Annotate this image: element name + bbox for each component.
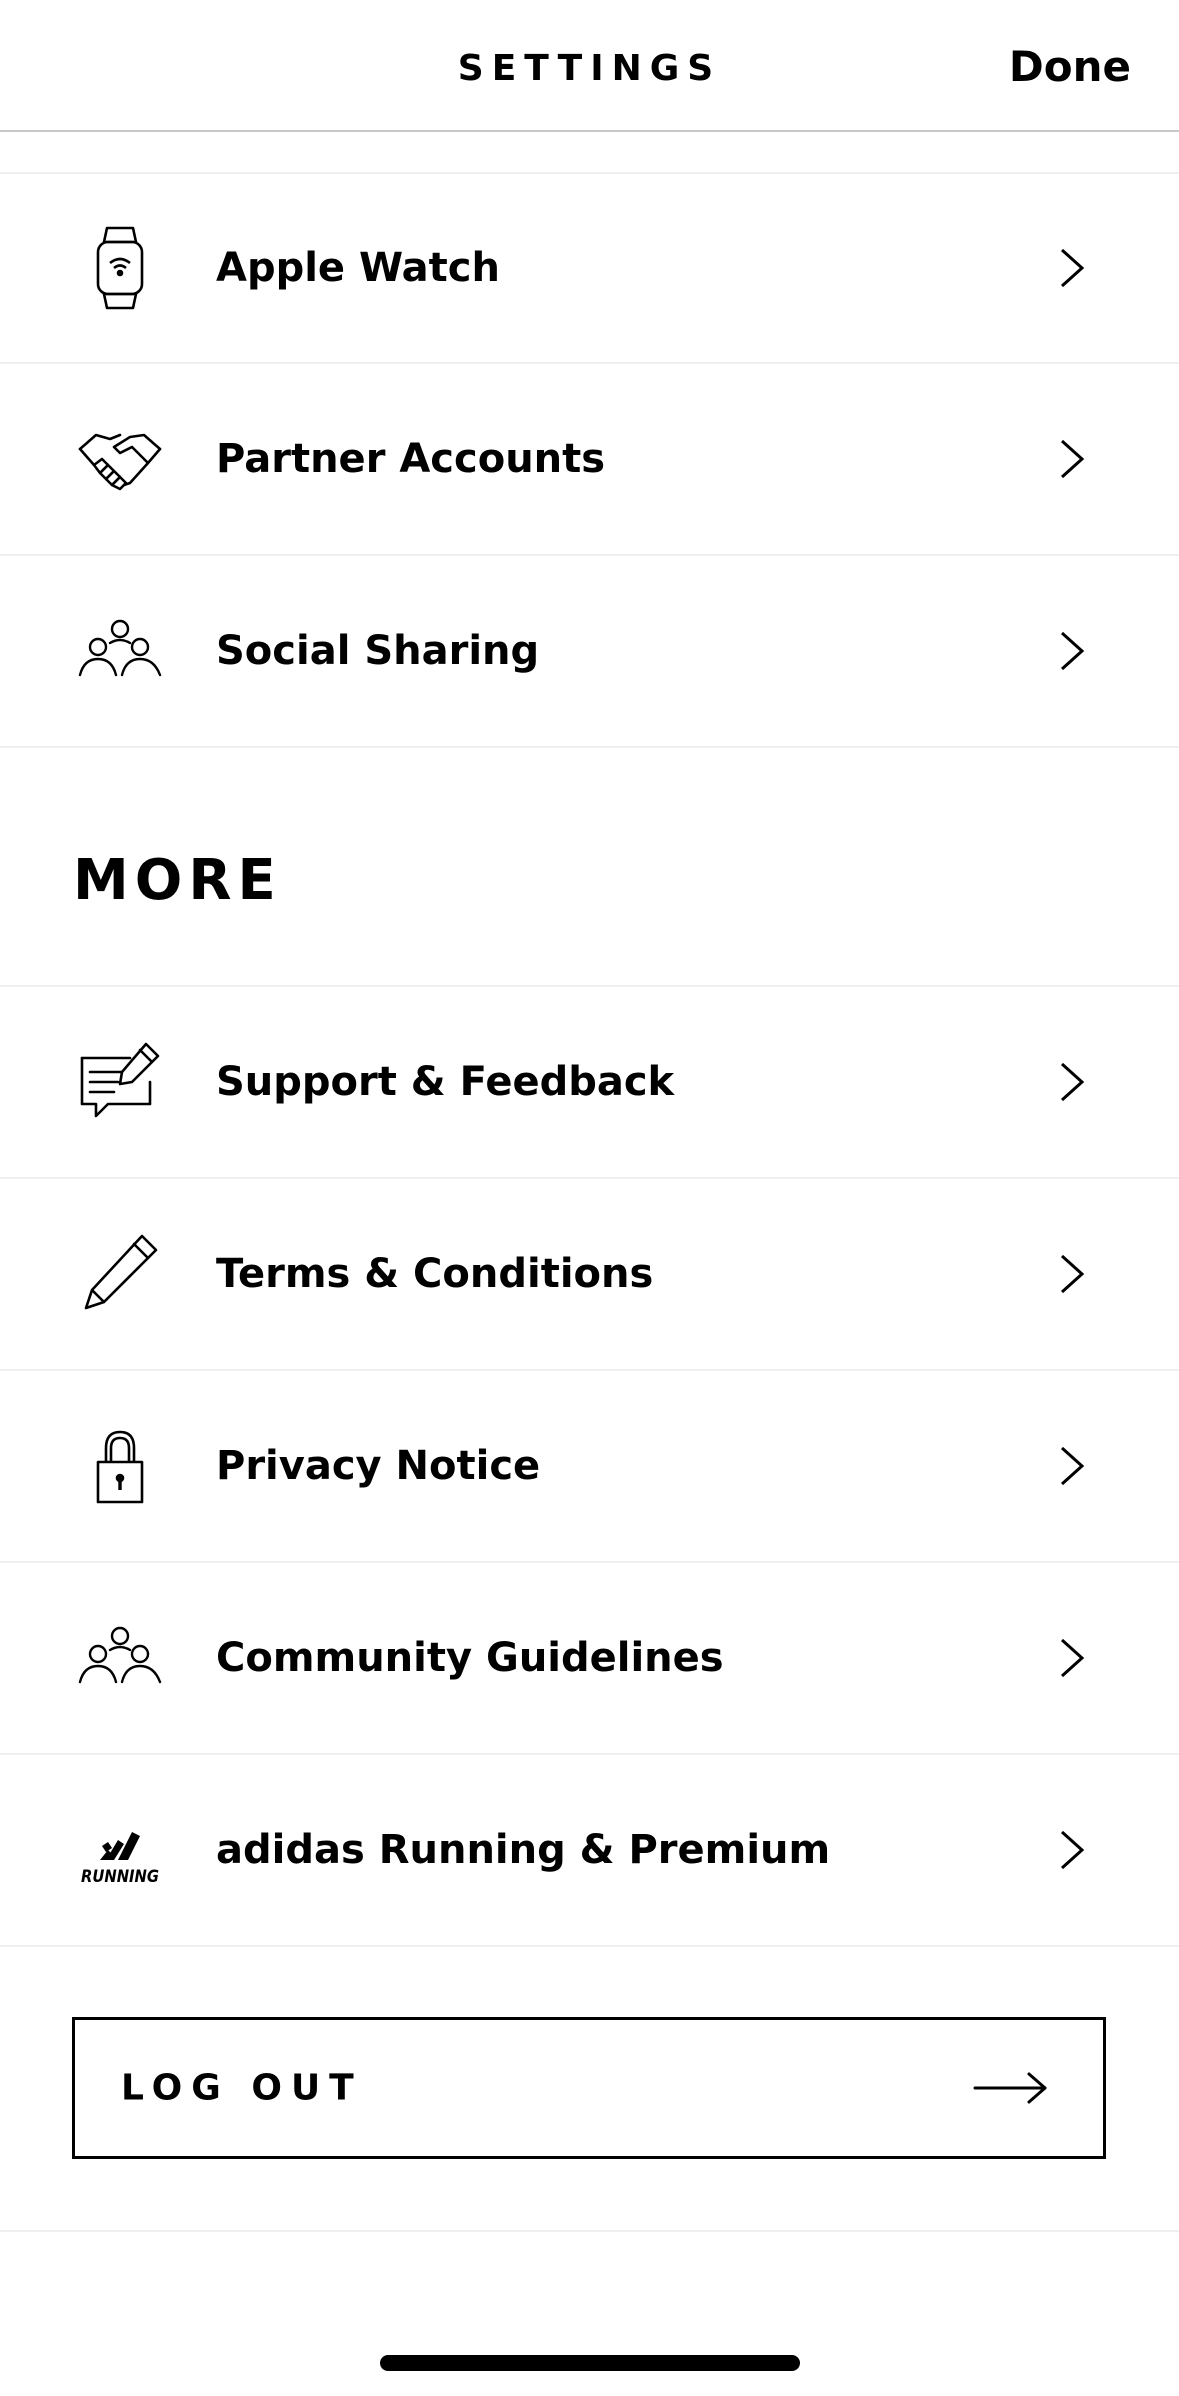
row-label: Privacy Notice (216, 1443, 541, 1489)
settings-header: SETTINGS Done (0, 0, 1179, 132)
settings-row-privacy-notice[interactable]: Privacy Notice (0, 1371, 1179, 1561)
chevron-right-icon (1060, 1638, 1085, 1678)
chevron-right-icon (1060, 1062, 1085, 1102)
log-out-label: LOG OUT (121, 2067, 363, 2109)
chevron-right-icon (1060, 631, 1085, 671)
settings-row-adidas-running-premium[interactable]: RUNNING adidas Running & Premium (0, 1755, 1179, 1945)
section-heading-more: MORE (73, 848, 282, 913)
pencil-icon (74, 1228, 166, 1320)
settings-row-partner-accounts[interactable]: Partner Accounts (0, 364, 1179, 554)
log-out-button[interactable]: LOG OUT (72, 2017, 1106, 2159)
row-divider (0, 2230, 1179, 2232)
row-label: Social Sharing (216, 628, 540, 674)
adidas-running-logo: RUNNING (74, 1804, 166, 1896)
feedback-form-icon (74, 1036, 166, 1128)
handshake-icon (74, 413, 166, 505)
row-label: Partner Accounts (216, 436, 606, 482)
row-label: Community Guidelines (216, 1635, 724, 1681)
chevron-right-icon (1060, 1254, 1085, 1294)
people-group-icon (74, 1612, 166, 1704)
settings-row-terms-conditions[interactable]: Terms & Conditions (0, 1179, 1179, 1369)
row-label: Support & Feedback (216, 1059, 675, 1105)
people-group-icon (74, 605, 166, 697)
home-indicator[interactable] (380, 2355, 800, 2371)
settings-row-apple-watch[interactable]: Apple Watch (0, 173, 1179, 363)
row-label: Terms & Conditions (216, 1251, 654, 1297)
page-title: SETTINGS (457, 48, 722, 89)
row-label: Apple Watch (216, 245, 500, 291)
chevron-right-icon (1060, 439, 1085, 479)
lock-icon (74, 1420, 166, 1512)
row-divider (0, 746, 1179, 748)
adidas-running-logo-text: RUNNING (81, 1867, 159, 1887)
row-divider (0, 1945, 1179, 1947)
arrow-right-icon (973, 2072, 1047, 2104)
settings-row-social-sharing[interactable]: Social Sharing (0, 556, 1179, 746)
done-button[interactable]: Done (1009, 42, 1131, 91)
apple-watch-icon (74, 222, 166, 314)
chevron-right-icon (1060, 248, 1085, 288)
chevron-right-icon (1060, 1830, 1085, 1870)
settings-row-community-guidelines[interactable]: Community Guidelines (0, 1563, 1179, 1753)
settings-row-support-feedback[interactable]: Support & Feedback (0, 987, 1179, 1177)
chevron-right-icon (1060, 1446, 1085, 1486)
row-label: adidas Running & Premium (216, 1827, 831, 1873)
